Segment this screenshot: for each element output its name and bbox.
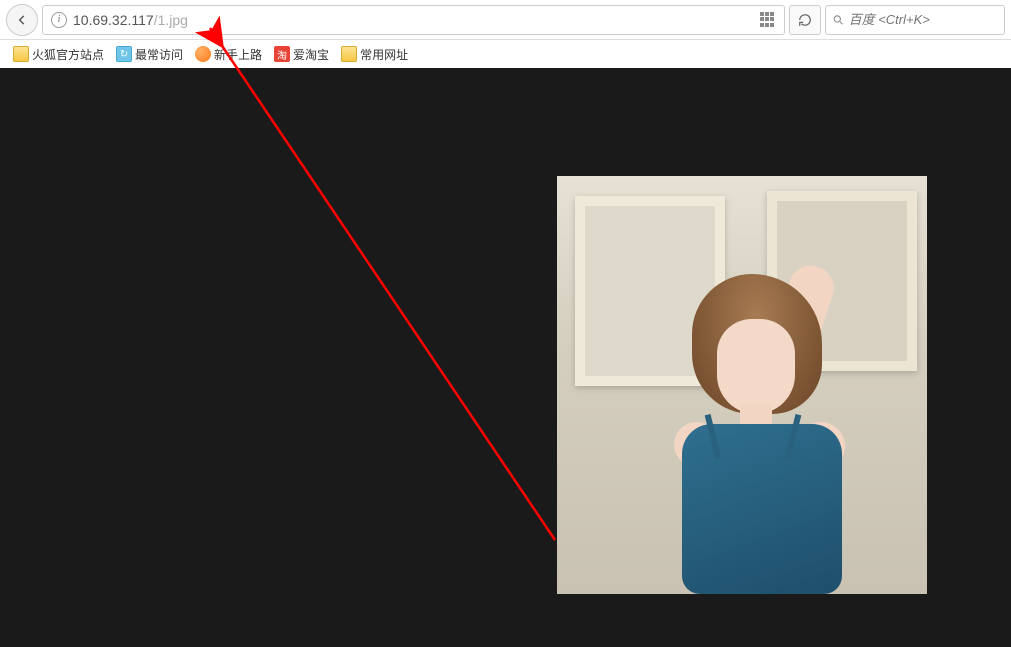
- bookmarks-bar: 火狐官方站点 ↻ 最常访问 新手上路 淘 爱淘宝 常用网址: [0, 40, 1011, 68]
- bookmark-label: 爱淘宝: [293, 46, 329, 63]
- address-bar[interactable]: i 10.69.32.117/1.jpg: [42, 5, 785, 35]
- bookmark-label: 新手上路: [214, 46, 262, 63]
- firefox-icon: [195, 46, 211, 62]
- most-visited-icon: ↻: [116, 46, 132, 62]
- reload-button[interactable]: [789, 5, 821, 35]
- bookmark-label: 火狐官方站点: [32, 46, 104, 63]
- browser-toolbar: i 10.69.32.117/1.jpg: [0, 0, 1011, 40]
- bookmark-most-visited[interactable]: ↻ 最常访问: [111, 44, 188, 65]
- search-bar[interactable]: [825, 5, 1005, 35]
- displayed-image: [557, 176, 927, 594]
- bookmark-firefox-official[interactable]: 火狐官方站点: [8, 44, 109, 65]
- bookmark-getting-started[interactable]: 新手上路: [190, 44, 267, 65]
- back-button[interactable]: [6, 4, 38, 36]
- search-input[interactable]: [849, 12, 998, 27]
- bookmark-label: 常用网址: [360, 46, 408, 63]
- taobao-icon: 淘: [274, 46, 290, 62]
- bookmark-taobao[interactable]: 淘 爱淘宝: [269, 44, 334, 65]
- url-path: /1.jpg: [154, 12, 188, 28]
- folder-icon: [341, 46, 357, 62]
- arrow-left-icon: [15, 13, 29, 27]
- url-host: 10.69.32.117: [73, 12, 154, 28]
- bookmark-common-sites[interactable]: 常用网址: [336, 44, 413, 65]
- info-icon[interactable]: i: [51, 12, 67, 28]
- url-text: 10.69.32.117/1.jpg: [73, 12, 754, 28]
- reload-icon: [798, 13, 812, 27]
- qr-icon[interactable]: [760, 12, 776, 28]
- folder-icon: [13, 46, 29, 62]
- bookmark-label: 最常访问: [135, 46, 183, 63]
- search-icon: [832, 13, 845, 27]
- page-viewport: [0, 68, 1011, 647]
